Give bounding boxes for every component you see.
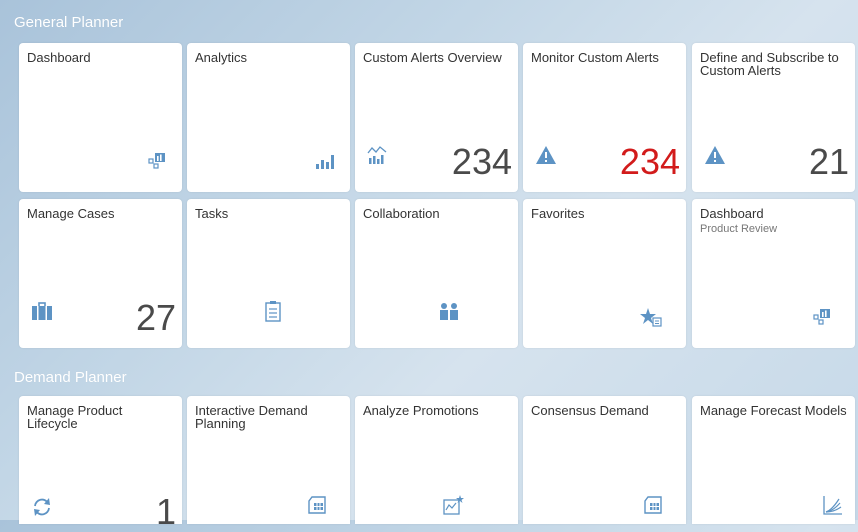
bar-chart-icon xyxy=(316,155,334,169)
tile-title: Consensus Demand xyxy=(531,403,649,418)
tile-define-subscribe-custom-alerts[interactable]: Define and Subscribe to Custom Alerts 21 xyxy=(692,43,855,192)
tile-title: Favorites xyxy=(531,206,585,221)
forecast-model-icon xyxy=(823,496,842,515)
tile-tasks[interactable]: Tasks xyxy=(187,199,350,348)
tile-count: 1 xyxy=(155,491,176,532)
tile-title: Manage Product Lifecycle xyxy=(27,403,123,431)
tile-title: Define and Subscribe to Custom Alerts xyxy=(700,50,839,78)
dashboard-icon xyxy=(813,309,830,325)
tile-favorites[interactable]: Favorites xyxy=(523,199,686,348)
tile-dashboard-product-review[interactable]: Dashboard Product Review xyxy=(692,199,855,348)
tile-title: Custom Alerts Overview xyxy=(363,50,502,65)
tile-monitor-custom-alerts[interactable]: Monitor Custom Alerts 234 xyxy=(523,43,686,192)
tile-title: Manage Forecast Models xyxy=(700,403,847,418)
tile-manage-product-lifecycle[interactable]: Manage Product Lifecycle 1 xyxy=(19,396,182,530)
tile-custom-alerts-overview[interactable]: Custom Alerts Overview 234 xyxy=(355,43,518,192)
group-title-general-planner: General Planner xyxy=(14,14,124,31)
tile-interactive-demand-planning[interactable]: Interactive Demand Planning xyxy=(187,396,350,524)
tile-subtitle: Product Review xyxy=(700,223,778,235)
tile-collaboration[interactable]: Collaboration xyxy=(355,199,518,348)
tile-count: 234 xyxy=(451,141,512,182)
tile-count: 27 xyxy=(135,297,176,338)
tile-title: Collaboration xyxy=(363,206,440,221)
refresh-icon xyxy=(34,498,50,516)
tile-manage-cases[interactable]: Manage Cases 27 xyxy=(19,199,182,348)
tile-title: Dashboard xyxy=(700,206,764,221)
tile-consensus-demand[interactable]: Consensus Demand xyxy=(523,396,686,524)
tile-title: Manage Cases xyxy=(27,206,115,221)
warning-icon xyxy=(705,146,725,164)
tile-manage-forecast-models[interactable]: Manage Forecast Models xyxy=(692,396,855,524)
spreadsheet-icon xyxy=(644,496,662,514)
tile-title: Interactive Demand Planning xyxy=(195,403,308,431)
tile-title: Dashboard xyxy=(27,50,91,65)
briefcase-icon xyxy=(32,302,52,320)
tile-count: 234 xyxy=(619,141,680,182)
people-icon xyxy=(440,303,458,320)
tile-title: Analyze Promotions xyxy=(363,403,479,418)
promo-chart-icon xyxy=(443,495,464,515)
task-clipboard-icon xyxy=(265,301,281,322)
tile-title: Analytics xyxy=(195,50,248,65)
warning-icon xyxy=(536,146,556,164)
line-bar-chart-icon xyxy=(367,146,387,164)
tile-title: Monitor Custom Alerts xyxy=(531,50,659,65)
tile-analytics[interactable]: Analytics xyxy=(187,43,350,192)
star-list-icon xyxy=(640,308,662,327)
group-title-demand-planner: Demand Planner xyxy=(14,369,127,386)
tile-dashboard[interactable]: Dashboard xyxy=(19,43,182,192)
tile-count: 21 xyxy=(808,141,849,182)
dashboard-icon xyxy=(148,153,165,169)
tile-analyze-promotions[interactable]: Analyze Promotions xyxy=(355,396,518,524)
spreadsheet-icon xyxy=(308,496,326,514)
tile-title: Tasks xyxy=(195,206,229,221)
